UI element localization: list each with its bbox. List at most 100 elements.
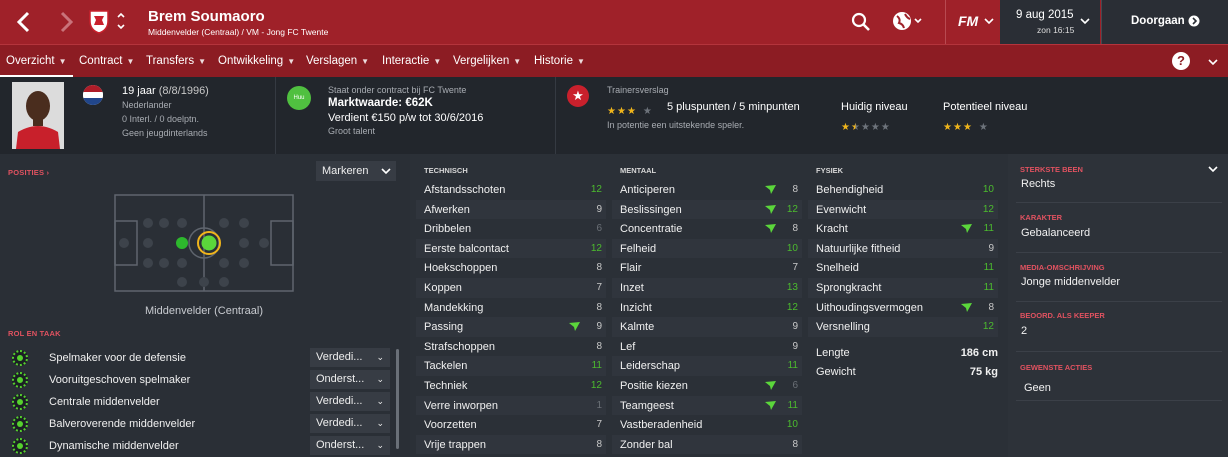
list-item[interactable]: Vooruitgeschoven spelmaker Onderst... ⌄ <box>0 369 395 391</box>
help-icon[interactable]: ? <box>1172 52 1190 70</box>
chevron-updown-icon[interactable] <box>116 10 126 32</box>
progress-arrow-icon <box>765 381 776 390</box>
chevron-down-icon: ▼ <box>513 57 522 66</box>
progress-arrow-icon <box>961 224 972 234</box>
list-item[interactable]: Spelmaker voor de defensie Verdedi... ⌄ <box>0 347 395 369</box>
contract-text: Staat onder contract bij FC Twente <box>328 85 467 95</box>
chevron-down-icon: ▼ <box>58 57 67 66</box>
tab-vergelijken[interactable]: Vergelijken ▼ <box>447 45 527 78</box>
attribute-row[interactable]: Beslissingen 12 <box>612 199 802 220</box>
attribute-name: Versnelling <box>816 321 870 334</box>
attribute-row[interactable]: Tackelen 11 <box>416 356 606 376</box>
chevron-down-icon <box>984 18 994 25</box>
attribute-row[interactable]: Voorzetten 7 <box>416 415 606 435</box>
attribute-value: 1 <box>596 399 602 411</box>
player-age: 19 jaar (8/8/1996) <box>122 85 209 97</box>
attribute-row[interactable]: Passing 9 <box>416 317 606 337</box>
globe-icon[interactable] <box>891 10 925 32</box>
fm-menu[interactable]: FM <box>945 0 1000 44</box>
attribute-row[interactable]: Vastberadenheid 10 <box>612 415 802 435</box>
attribute-name: Felheid <box>620 242 657 255</box>
positions-title[interactable]: POSITIES › <box>8 168 49 177</box>
tab-overzicht[interactable]: Overzicht ▼ <box>0 45 73 78</box>
attribute-row[interactable]: Inzicht 12 <box>612 298 802 318</box>
chevron-down-icon[interactable] <box>1208 58 1218 66</box>
attribute-name: Koppen <box>424 282 462 294</box>
current-level-stars: ★★★★★ <box>841 122 890 133</box>
attribute-row[interactable]: Lef 9 <box>612 337 802 357</box>
attribute-row[interactable]: Teamgeest 11 <box>612 395 802 416</box>
tab-contract[interactable]: Contract ▼ <box>73 45 140 78</box>
scrollbar[interactable] <box>396 349 399 449</box>
arrow-right-icon <box>1188 15 1200 27</box>
back-icon[interactable] <box>14 9 34 35</box>
weight-row: Gewicht 75 kg <box>816 366 998 378</box>
progress-arrow-icon <box>765 204 776 214</box>
attribute-row[interactable]: Afwerken 9 <box>416 199 606 220</box>
attribute-row[interactable]: Koppen 7 <box>416 278 606 298</box>
attribute-row[interactable]: Flair 7 <box>612 258 802 278</box>
duty-dropdown[interactable]: Verdedi... ⌄ <box>310 414 390 433</box>
attribute-row[interactable]: Techniek 12 <box>416 376 606 396</box>
duty-dropdown[interactable]: Verdedi... ⌄ <box>310 392 390 411</box>
role-name: Dynamische middenvelder <box>49 440 179 452</box>
divider <box>1016 252 1222 253</box>
attribute-row[interactable]: Zonder bal 8 <box>612 434 802 455</box>
duty-dropdown[interactable]: Verdedi... ⌄ <box>310 348 390 367</box>
attribute-row[interactable]: Inzet 13 <box>612 278 802 298</box>
attribute-row[interactable]: Anticiperen 8 <box>612 180 802 200</box>
attribute-row[interactable]: Vrije trappen 8 <box>416 434 606 455</box>
attribute-row[interactable]: Natuurlijke fitheid 9 <box>808 238 998 259</box>
list-item[interactable]: Balveroverende middenvelder Verdedi... ⌄ <box>0 413 395 435</box>
attribute-row[interactable]: Versnelling 12 <box>808 317 998 337</box>
potential-level-stars: ★★★ ★ <box>943 122 988 133</box>
attribute-row[interactable]: Afstandsschoten 12 <box>416 180 606 200</box>
chevron-down-icon <box>1080 18 1090 25</box>
attribute-row[interactable]: Verre inworpen 1 <box>416 395 606 416</box>
duty-dropdown[interactable]: Onderst... ⌄ <box>310 436 390 455</box>
attribute-value: 10 <box>786 242 798 254</box>
attribute-row[interactable]: Positie kiezen 6 <box>612 376 802 396</box>
tab-interactie[interactable]: Interactie ▼ <box>376 45 447 78</box>
attribute-row[interactable]: Kalmte 9 <box>612 317 802 337</box>
forward-icon[interactable] <box>56 9 76 35</box>
attribute-row[interactable]: Strafschoppen 8 <box>416 337 606 357</box>
attribute-row[interactable]: Snelheid 11 <box>808 258 998 278</box>
date-panel[interactable]: 9 aug 2015 zon 16:15 <box>1000 0 1100 44</box>
club-crest-icon[interactable] <box>88 8 110 34</box>
player-photo <box>12 82 64 149</box>
tab-transfers[interactable]: Transfers ▼ <box>140 45 212 78</box>
attribute-row[interactable]: Dribbelen 6 <box>416 219 606 239</box>
attribute-row[interactable]: Kracht 11 <box>808 219 998 239</box>
attribute-row[interactable]: Eerste balcontact 12 <box>416 238 606 259</box>
attribute-row[interactable]: Sprongkracht 11 <box>808 278 998 298</box>
time-text: zon 16:15 <box>1037 25 1075 35</box>
attribute-value: 12 <box>786 301 798 313</box>
markeren-dropdown[interactable]: Markeren <box>316 161 396 181</box>
attribute-row[interactable]: Behendigheid 10 <box>808 180 998 200</box>
attribute-row[interactable]: Concentratie 8 <box>612 219 802 239</box>
list-item[interactable]: Dynamische middenvelder Onderst... ⌄ <box>0 435 395 457</box>
tab-historie[interactable]: Historie ▼ <box>528 45 591 78</box>
attribute-name: Verre inworpen <box>424 399 498 412</box>
search-icon[interactable] <box>851 12 871 32</box>
tab-verslagen[interactable]: Verslagen ▼ <box>300 45 375 78</box>
role-icon <box>12 416 28 432</box>
attribute-row[interactable]: Uithoudingsvermogen 8 <box>808 298 998 318</box>
report-potential: In potentie een uitstekende speler. <box>607 120 745 130</box>
attribute-row[interactable]: Hoekschoppen 8 <box>416 258 606 278</box>
duty-dropdown[interactable]: Onderst... ⌄ <box>310 370 390 389</box>
attribute-name: Voorzetten <box>424 419 477 432</box>
attribute-name: Hoekschoppen <box>424 262 498 275</box>
list-item[interactable]: Centrale middenvelder Verdedi... ⌄ <box>0 391 395 413</box>
attribute-name: Kalmte <box>620 321 655 334</box>
tab-ontwikkeling[interactable]: Ontwikkeling ▼ <box>212 45 301 78</box>
attribute-value: 8 <box>988 301 994 313</box>
attribute-row[interactable]: Mandekking 8 <box>416 298 606 318</box>
continue-button[interactable]: Doorgaan <box>1101 0 1228 44</box>
chevron-down-icon[interactable] <box>1208 165 1218 173</box>
foot-value: Rechts <box>1021 178 1056 190</box>
attribute-row[interactable]: Evenwicht 12 <box>808 199 998 220</box>
attribute-row[interactable]: Leiderschap 11 <box>612 356 802 376</box>
attribute-row[interactable]: Felheid 10 <box>612 238 802 259</box>
